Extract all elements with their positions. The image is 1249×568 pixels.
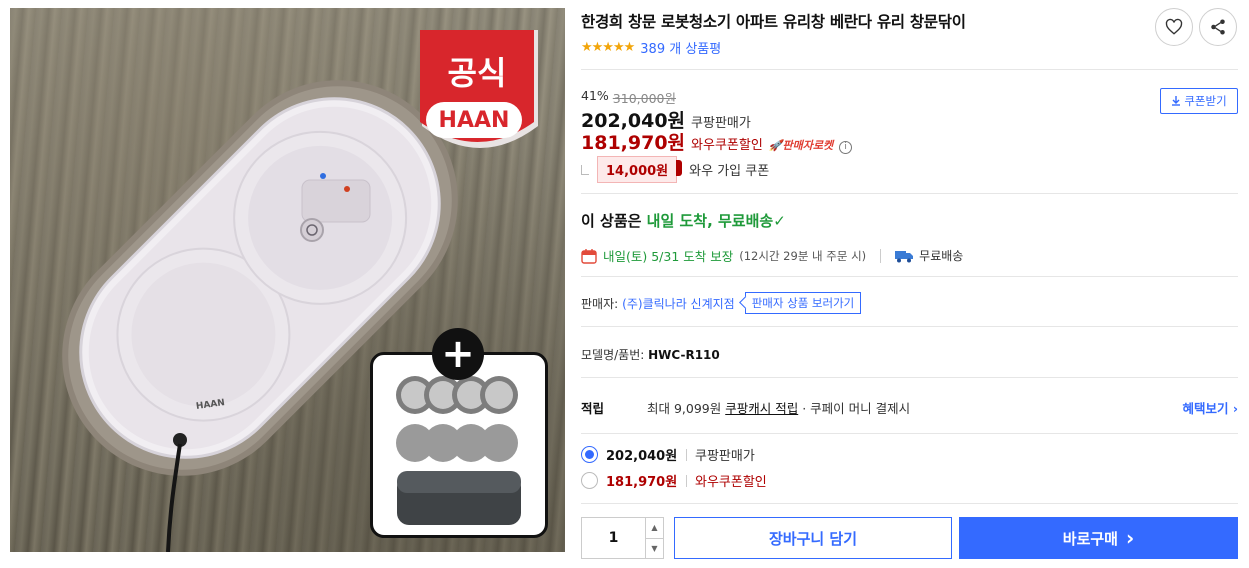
divider [581,377,1238,378]
points-row: 적립 최대 9,099원 쿠팡캐시 적립 · 쿠페이 머니 결제시 혜택보기 › [581,398,1238,417]
points-description: 최대 9,099원 쿠팡캐시 적립 · 쿠페이 머니 결제시 [647,398,910,417]
calendar-icon [581,248,597,264]
delivery-headline: 이 상품은 내일 도착, 무료배송✓ [581,210,786,231]
divider [880,248,882,263]
member-coupon-amount: 14,000원 [597,156,683,183]
divider [581,503,1238,504]
arrival-date: 내일(토) 5/31 도착 보장 [603,249,734,264]
rating-row[interactable]: ★★★★★ 389 개 상품평 [581,38,721,57]
wishlist-button[interactable] [1155,8,1193,46]
wow-price: 181,970원 [581,132,686,154]
truck-icon [895,250,914,262]
rocket-icon: 🚀 [768,139,783,152]
buy-now-label: 바로구매 [1062,529,1118,548]
points-max: 최대 9,099원 [647,401,726,416]
wow-price-row: 181,970원 와우쿠폰할인 🚀판매자로켓 i [581,128,853,155]
tree-corner [581,164,589,175]
seller-row: 판매자: (주)클릭나라 신계지점 판매자 상품 보러가기 [581,292,862,314]
official-badge: 공식 HAAN [414,30,546,158]
delivery-headline-highlight: 내일 도착, 무료배송 [646,212,774,230]
review-count-link[interactable]: 389 개 상품평 [640,38,721,57]
quantity-arrows[interactable]: ▲ ▼ [645,518,663,558]
badge-haan-text: HAAN [438,108,510,133]
wow-price-label: 와우쿠폰할인 [691,138,763,153]
seller-name-link[interactable]: (주)클릭나라 신계지점 [622,295,735,312]
info-icon[interactable]: i [839,141,853,154]
discount-rate: 41% [581,88,609,103]
chevron-right-icon: › [1125,526,1135,550]
benefit-view-link[interactable]: 혜택보기 › [1182,398,1238,417]
quantity-increase-icon[interactable]: ▲ [646,518,663,539]
option-label: 와우쿠폰할인 [695,475,767,490]
option-label: 쿠팡판매가 [695,449,755,464]
quantity-input[interactable] [582,518,645,558]
discount-row: 41% 310,000원 [581,88,676,107]
divider [581,276,1238,277]
original-price: 310,000원 [612,91,676,106]
member-coupon-label: 와우 가입 쿠폰 [689,164,770,179]
member-coupon-row: 14,000원 와우 가입 쿠폰 [581,156,769,183]
divider [581,69,1238,70]
divider [686,474,687,487]
share-button[interactable] [1199,8,1237,46]
option-price: 181,970원 [606,475,678,490]
badge-official-text: 공식 [447,54,507,92]
model-label: 모델명/품번: [581,348,649,362]
model-row: 모델명/품번: HWC-R110 [581,346,720,363]
divider [581,433,1238,434]
price-option-row[interactable]: 202,040원 쿠팡판매가 [581,445,755,464]
option-radio[interactable] [581,472,598,489]
points-label: 적립 [581,401,605,416]
product-title: 한경희 창문 로봇청소기 아파트 유리창 베란다 유리 창문닦이 [581,13,966,31]
arrival-row: 내일(토) 5/31 도착 보장 (12시간 29분 내 주문 시) 무료배송 [581,246,963,265]
divider [581,193,1238,194]
seller-rocket-label: 판매자로켓 [782,139,834,152]
divider [686,448,687,461]
points-pay-text: · 쿠페이 머니 결제시 [798,401,911,416]
option-radio-selected[interactable] [581,446,598,463]
check-icon: ✓ [773,212,786,230]
buy-now-button[interactable]: 바로구매 › [959,517,1238,559]
share-icon [1211,19,1225,35]
price-option-row[interactable]: 181,970원 와우쿠폰할인 [581,471,767,490]
heart-icon [1165,18,1183,35]
model-value: HWC-R110 [648,348,720,362]
add-to-cart-button[interactable]: 장바구니 담기 [674,517,952,559]
plus-icon: + [432,328,484,380]
seller-label: 판매자: [581,296,619,311]
add-to-cart-label: 장바구니 담기 [768,529,858,548]
rating-stars: ★★★★★ [581,40,635,55]
divider [581,326,1238,327]
product-image[interactable]: HAAN 공식 HAAN + [10,8,565,552]
seller-rocket-badge: 🚀판매자로켓 [769,137,833,153]
option-price: 202,040원 [606,449,678,464]
free-shipping-label: 무료배송 [919,249,964,263]
quantity-decrease-icon[interactable]: ▼ [646,539,663,559]
seller-products-button[interactable]: 판매자 상품 보러가기 [744,292,862,314]
coupon-download-button[interactable]: 쿠폰받기 [1160,88,1238,114]
download-icon [1172,96,1181,106]
coupon-button-label: 쿠폰받기 [1184,94,1227,108]
arrival-note: (12시간 29분 내 주문 시) [739,248,867,263]
delivery-headline-prefix: 이 상품은 [581,212,647,230]
coupang-cash-link[interactable]: 쿠팡캐시 적립 [725,401,798,416]
quantity-stepper[interactable]: ▲ ▼ [581,517,664,559]
